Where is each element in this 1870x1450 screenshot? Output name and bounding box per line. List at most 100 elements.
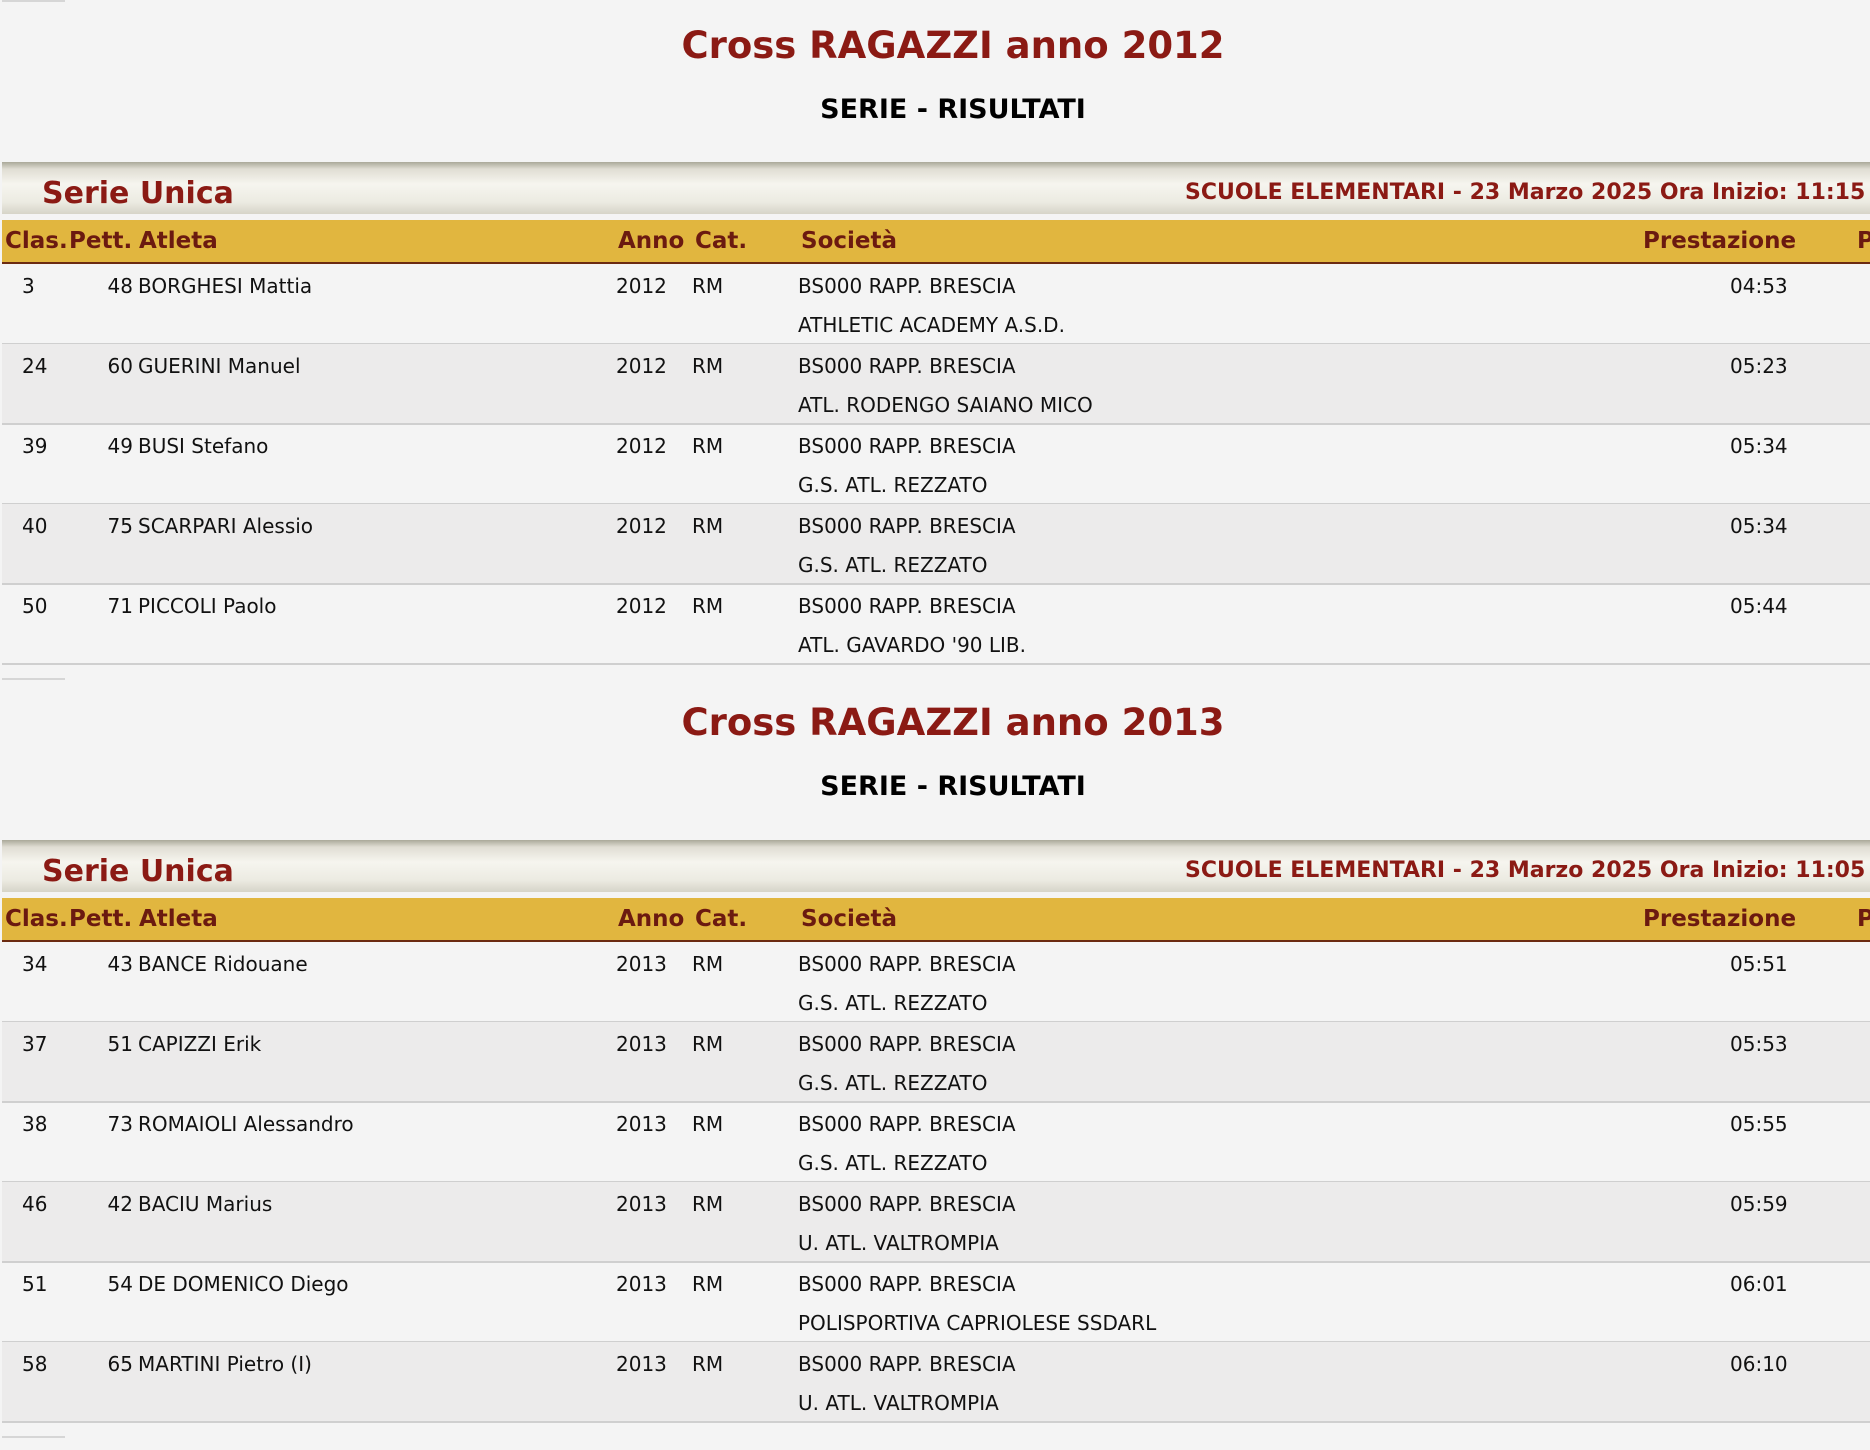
cell-clas: 24 <box>22 354 48 378</box>
cell-societa: BS000 RAPP. BRESCIA <box>798 354 1016 378</box>
cell-clas: 50 <box>22 594 48 618</box>
cell-cat: RM <box>692 354 724 378</box>
cell-club: G.S. ATL. REZZATO <box>798 473 988 497</box>
cell-clas: 3 <box>22 274 35 298</box>
col-header-punti: P <box>1857 228 1870 254</box>
cell-club: ATHLETIC ACADEMY A.S.D. <box>798 313 1065 337</box>
cell-pett: 60 <box>107 354 133 378</box>
cell-pett: 43 <box>107 952 133 976</box>
serie-header: Serie Unica SCUOLE ELEMENTARI - 23 Marzo… <box>2 162 1870 214</box>
cell-atleta: CAPIZZI Erik <box>138 1032 262 1056</box>
col-header-clas: Clas. <box>5 906 68 932</box>
cell-pett: 54 <box>107 1272 133 1296</box>
cell-societa: BS000 RAPP. BRESCIA <box>798 514 1016 538</box>
cell-prestazione: 05:34 <box>1730 434 1788 458</box>
cell-club: U. ATL. VALTROMPIA <box>798 1391 999 1415</box>
serie-name: Serie Unica <box>42 176 234 211</box>
cell-prestazione: 05:23 <box>1730 354 1788 378</box>
cell-clas: 40 <box>22 514 48 538</box>
col-header-clas: Clas. <box>5 228 68 254</box>
col-header-pett: Pett. <box>69 228 133 254</box>
cell-cat: RM <box>692 1112 724 1136</box>
col-header-atleta: Atleta <box>139 906 218 932</box>
cell-societa: BS000 RAPP. BRESCIA <box>798 952 1016 976</box>
cell-cat: RM <box>692 1032 724 1056</box>
cell-societa: BS000 RAPP. BRESCIA <box>798 1192 1016 1216</box>
cell-pett: 73 <box>107 1112 133 1136</box>
cell-prestazione: 05:59 <box>1730 1192 1788 1216</box>
table-header: Clas. Pett. Atleta Anno Cat. Società Pre… <box>2 898 1870 942</box>
cell-cat: RM <box>692 952 724 976</box>
serie-info: SCUOLE ELEMENTARI - 23 Marzo 2025 Ora In… <box>1185 858 1866 883</box>
cell-club: ATL. RODENGO SAIANO MICO <box>798 393 1093 417</box>
cell-club: U. ATL. VALTROMPIA <box>798 1231 999 1255</box>
results-page: Cross RAGAZZI anno 2012 SERIE - RISULTAT… <box>0 0 1870 1450</box>
phase-title: SERIE - RISULTATI <box>820 771 1086 802</box>
cell-anno: 2012 <box>616 274 667 298</box>
col-header-anno: Anno <box>618 228 685 254</box>
table-row: 58 65 MARTINI Pietro (I) 2013 RM BS000 R… <box>2 1342 1870 1423</box>
cell-anno: 2013 <box>616 1192 667 1216</box>
cell-societa: BS000 RAPP. BRESCIA <box>798 1272 1016 1296</box>
col-header-societa: Società <box>801 906 897 932</box>
cell-atleta: BUSI Stefano <box>138 434 269 458</box>
cell-pett: 65 <box>107 1352 133 1376</box>
cell-clas: 39 <box>22 434 48 458</box>
cell-prestazione: 05:53 <box>1730 1032 1788 1056</box>
cell-anno: 2013 <box>616 1112 667 1136</box>
col-header-prestazione: Prestazione <box>1643 228 1797 254</box>
cell-clas: 46 <box>22 1192 48 1216</box>
phase-title: SERIE - RISULTATI <box>820 94 1086 125</box>
cell-atleta: DE DOMENICO Diego <box>138 1272 349 1296</box>
top-divider <box>2 0 65 2</box>
cell-prestazione: 05:34 <box>1730 514 1788 538</box>
cell-societa: BS000 RAPP. BRESCIA <box>798 594 1016 618</box>
cell-atleta: PICCOLI Paolo <box>138 594 277 618</box>
table-row: 51 54 DE DOMENICO Diego 2013 RM BS000 RA… <box>2 1262 1870 1343</box>
cell-prestazione: 06:10 <box>1730 1352 1788 1376</box>
cell-cat: RM <box>692 594 724 618</box>
cell-clas: 34 <box>22 952 48 976</box>
cell-club: G.S. ATL. REZZATO <box>798 1151 988 1175</box>
cell-clas: 58 <box>22 1352 48 1376</box>
col-header-anno: Anno <box>618 906 685 932</box>
cell-societa: BS000 RAPP. BRESCIA <box>798 1112 1016 1136</box>
cell-atleta: MARTINI Pietro (I) <box>138 1352 312 1376</box>
cell-clas: 51 <box>22 1272 48 1296</box>
cell-club: ATL. GAVARDO '90 LIB. <box>798 633 1027 657</box>
cell-atleta: BORGHESI Mattia <box>138 274 313 298</box>
cell-anno: 2013 <box>616 1032 667 1056</box>
cell-anno: 2012 <box>616 354 667 378</box>
cell-prestazione: 05:55 <box>1730 1112 1788 1136</box>
table-row: 37 51 CAPIZZI Erik 2013 RM BS000 RAPP. B… <box>2 1022 1870 1103</box>
cell-atleta: SCARPARI Alessio <box>138 514 314 538</box>
col-header-prestazione: Prestazione <box>1643 906 1797 932</box>
cell-anno: 2013 <box>616 1272 667 1296</box>
cell-anno: 2012 <box>616 514 667 538</box>
table-row: 34 43 BANCE Ridouane 2013 RM BS000 RAPP.… <box>2 942 1870 1023</box>
col-header-cat: Cat. <box>695 906 748 932</box>
serie-info: SCUOLE ELEMENTARI - 23 Marzo 2025 Ora In… <box>1185 180 1866 205</box>
cell-pett: 75 <box>107 514 133 538</box>
cell-pett: 42 <box>107 1192 133 1216</box>
cell-prestazione: 04:53 <box>1730 274 1788 298</box>
table-row: 50 71 PICCOLI Paolo 2012 RM BS000 RAPP. … <box>2 584 1870 665</box>
cell-atleta: BANCE Ridouane <box>138 952 308 976</box>
cell-societa: BS000 RAPP. BRESCIA <box>798 1352 1016 1376</box>
cell-anno: 2012 <box>616 594 667 618</box>
col-header-societa: Società <box>801 228 897 254</box>
cell-anno: 2013 <box>616 952 667 976</box>
cell-cat: RM <box>692 1192 724 1216</box>
section-divider <box>2 1436 65 1438</box>
table-row: 24 60 GUERINI Manuel 2012 RM BS000 RAPP.… <box>2 344 1870 425</box>
cell-pett: 71 <box>107 594 133 618</box>
cell-cat: RM <box>692 274 724 298</box>
cell-societa: BS000 RAPP. BRESCIA <box>798 274 1016 298</box>
col-header-pett: Pett. <box>69 906 133 932</box>
cell-club: G.S. ATL. REZZATO <box>798 553 988 577</box>
cell-pett: 49 <box>107 434 133 458</box>
cell-prestazione: 06:01 <box>1730 1272 1788 1296</box>
cell-cat: RM <box>692 1352 724 1376</box>
cell-club: POLISPORTIVA CAPRIOLESE SSDARL <box>798 1311 1157 1335</box>
cell-club: G.S. ATL. REZZATO <box>798 1071 988 1095</box>
